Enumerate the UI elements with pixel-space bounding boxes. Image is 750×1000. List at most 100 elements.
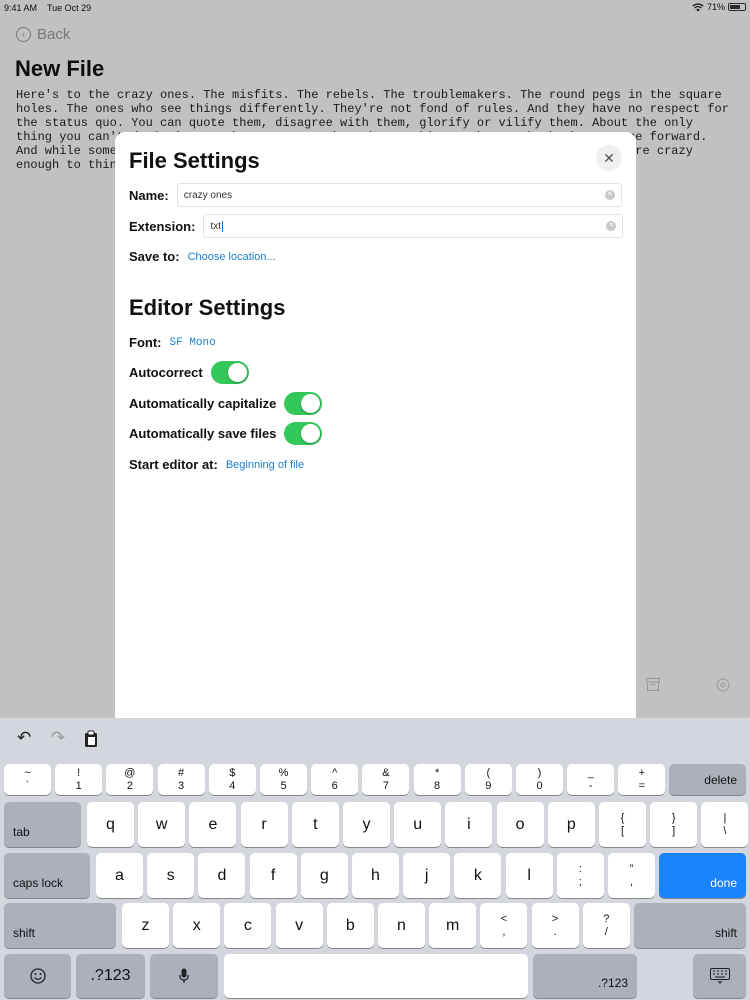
key-;[interactable]: :; [556,853,604,898]
key-u[interactable]: u [394,802,442,847]
key-a[interactable]: a [96,853,143,898]
space-key[interactable] [224,954,528,998]
clear-icon[interactable]: ✕ [604,190,615,200]
hide-keyboard-key[interactable] [693,954,746,998]
dictation-key[interactable] [150,954,218,998]
emoji-key[interactable] [4,954,71,998]
key-j[interactable]: j [403,853,451,898]
key-b[interactable]: b [326,903,374,948]
key-h[interactable]: h [352,853,399,898]
key-g[interactable]: g [300,853,348,898]
tab-key[interactable]: tab [4,802,81,847]
key-shift-char: ? [603,912,610,925]
key-2[interactable]: @2 [106,764,154,795]
key-y[interactable]: y [343,802,390,847]
delete-label: delete [704,773,737,787]
key-/[interactable]: ? / [582,903,630,948]
key-char: , [502,925,506,938]
key-char: w [155,815,168,833]
close-button[interactable]: ✕ [596,145,622,171]
key-,[interactable]: <, [480,903,528,948]
key-char: 3 [178,779,185,792]
key-=[interactable]: + = [618,764,666,795]
key-0[interactable]: ) 0 [516,764,563,795]
key-n[interactable]: n [378,903,425,948]
clear-icon[interactable]: ✕ [606,221,617,231]
save-to-row: Save to: Choose location... [129,249,276,264]
font-label: Font: [129,335,162,350]
key-l[interactable]: l [505,853,553,898]
extension-field[interactable]: txt ✕ [203,214,624,238]
key-char: q [106,815,115,833]
name-value: crazy ones [183,189,233,201]
numbers-key-left[interactable]: .?123 [76,954,145,998]
done-key[interactable]: done [659,853,746,898]
key-z[interactable]: z [122,903,169,948]
key-char: o [515,815,525,833]
paste-icon[interactable] [84,730,98,748]
file-settings-modal: File Settings ✕ Name: crazy ones ✕ Exten… [115,132,636,732]
share-icon[interactable] [682,678,694,692]
key-char: z [141,916,150,934]
key-char: 5 [280,779,287,792]
shift-key-right[interactable]: shift [634,903,746,948]
key-q[interactable]: q [87,802,134,847]
key-8[interactable]: * 8 [413,764,461,795]
settings-icon[interactable] [716,678,730,692]
key-[[interactable]: {[ [599,802,646,847]
redo-icon[interactable]: ↷ [51,728,65,748]
undo-icon[interactable]: ↶ [17,728,31,748]
key-.[interactable]: >. [531,903,579,948]
key-e[interactable]: e [189,802,237,847]
key-k[interactable]: k [454,853,502,898]
key-shift-char: + [638,766,646,779]
key-x[interactable]: x [173,903,221,948]
autocap-toggle[interactable] [284,392,323,415]
archive-icon[interactable] [646,678,660,691]
key-char: t [313,815,318,833]
key-char: [ [620,824,625,837]
autocorrect-toggle[interactable] [210,361,249,384]
key-\[interactable]: | \ [701,802,749,847]
delete-key[interactable]: delete [669,764,746,795]
key-4[interactable]: $4 [208,764,256,795]
key-9[interactable]: (9 [464,764,512,795]
key-`[interactable]: ~ ` [4,764,51,795]
key-s[interactable]: s [147,853,195,898]
key-char: s [166,866,175,884]
key-,[interactable]: ”, [608,853,655,898]
caps-lock-label: caps lock [13,876,64,890]
key-char: p [566,815,576,833]
key-c[interactable]: c [224,903,272,948]
name-field[interactable]: crazy ones ✕ [176,183,622,207]
key-char: e [208,815,218,833]
key--[interactable]: _ - [567,764,615,795]
key-m[interactable]: m [429,903,477,948]
shift-label: shift [714,926,737,940]
key-7[interactable]: & 7 [362,764,410,795]
key-shift-char: { [620,811,625,824]
key-i[interactable]: i [445,802,493,847]
shift-key-left[interactable]: shift [4,903,116,948]
numbers-key-right[interactable]: .?123 [533,954,637,998]
key-p[interactable]: p [547,802,595,847]
key-3[interactable]: #3 [157,764,205,795]
key-5[interactable]: % 5 [260,764,307,795]
choose-location-link[interactable]: Choose location... [188,251,276,263]
autosave-toggle[interactable] [284,422,323,445]
editor-toolbar [646,678,730,692]
key-o[interactable]: o [496,802,544,847]
font-link[interactable]: SF Mono [169,337,215,349]
key-6[interactable]: ^ 6 [311,764,359,795]
key-t[interactable]: t [291,802,339,847]
key-v[interactable]: v [275,903,323,948]
key-char: c [243,916,252,934]
key-w[interactable]: w [138,802,186,847]
key-d[interactable]: d [198,853,246,898]
key-f[interactable]: f [249,853,297,898]
caps-lock-key[interactable]: caps lock [4,853,90,898]
key-r[interactable]: r [240,802,288,847]
key-][interactable]: }] [650,802,698,847]
start-editor-link[interactable]: Beginning of file [226,459,304,471]
key-1[interactable]: ! 1 [55,764,103,795]
